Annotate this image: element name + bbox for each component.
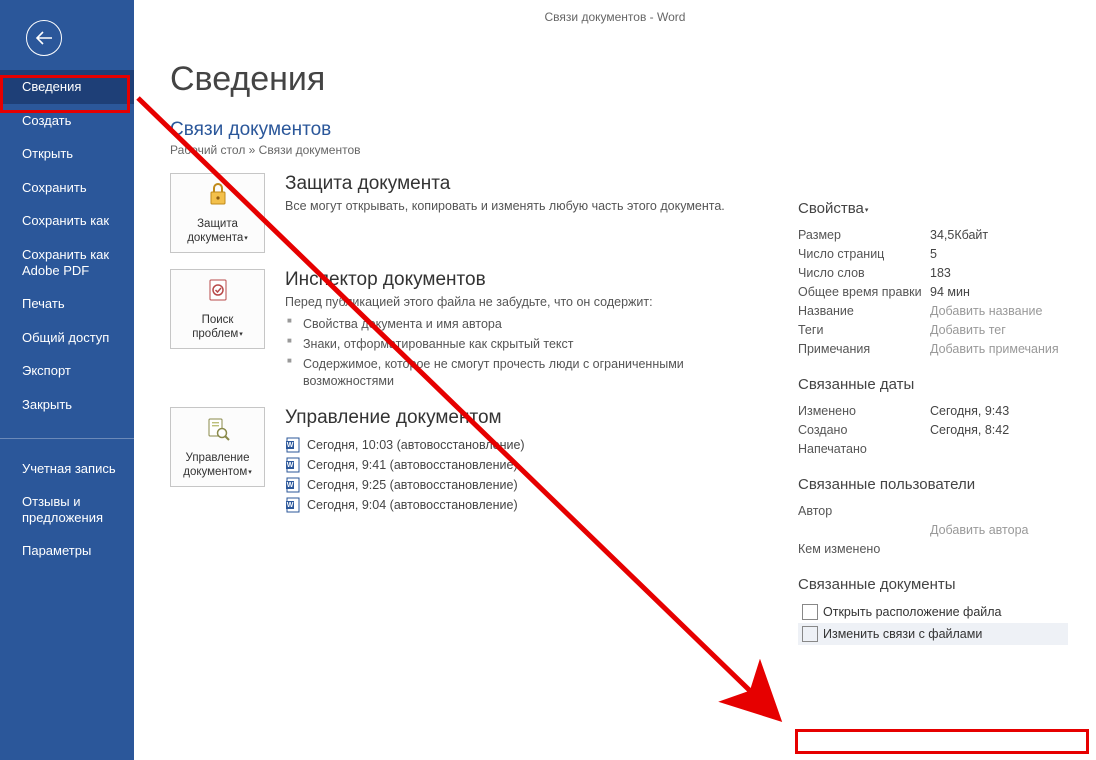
word-doc-icon: W: [285, 477, 301, 493]
property-key: Число слов: [798, 266, 930, 280]
nav-item-6[interactable]: Печать: [0, 287, 134, 321]
property-key: [798, 523, 930, 537]
property-row: Размер34,5Кбайт: [798, 225, 1068, 244]
manage-document-button[interactable]: Управление документом▾: [170, 407, 265, 487]
nav-item-10[interactable]: Учетная запись: [0, 438, 134, 486]
page-title: Сведения: [170, 60, 1086, 99]
version-item[interactable]: WСегодня, 10:03 (автовосстановление): [285, 435, 760, 455]
property-value[interactable]: Добавить название: [930, 304, 1042, 318]
version-item[interactable]: WСегодня, 9:41 (автовосстановление): [285, 455, 760, 475]
document-magnify-icon: [204, 415, 232, 448]
protect-document-button[interactable]: Защита документа▾: [170, 173, 265, 253]
inspect-item: Содержимое, которое не смогут прочесть л…: [285, 355, 760, 392]
property-key: Размер: [798, 228, 930, 242]
property-value: Сегодня, 9:43: [930, 404, 1009, 418]
protect-title: Защита документа: [285, 173, 760, 195]
word-doc-icon: W: [285, 497, 301, 513]
property-value[interactable]: Добавить автора: [930, 523, 1028, 537]
property-row: Общее время правки94 мин: [798, 282, 1068, 301]
arrow-left-icon: [35, 31, 53, 45]
nav-item-3[interactable]: Сохранить: [0, 171, 134, 205]
nav-item-12[interactable]: Параметры: [0, 534, 134, 568]
property-row: Автор: [798, 501, 1068, 520]
property-key: Теги: [798, 323, 930, 337]
inspect-button[interactable]: Поиск проблем▾: [170, 269, 265, 349]
version-item[interactable]: WСегодня, 9:04 (автовосстановление): [285, 495, 760, 515]
inspect-title: Инспектор документов: [285, 269, 760, 291]
property-key: Автор: [798, 504, 930, 518]
nav-item-0[interactable]: Сведения: [0, 70, 134, 104]
nav-item-2[interactable]: Открыть: [0, 137, 134, 171]
inspect-item: Свойства документа и имя автора: [285, 315, 760, 335]
related-doc-link[interactable]: Изменить связи с файлами: [798, 623, 1068, 645]
word-doc-icon: W: [285, 437, 301, 453]
related-dates-header: Связанные даты: [798, 376, 1068, 393]
version-item[interactable]: WСегодня, 9:25 (автовосстановление): [285, 475, 760, 495]
property-value: 34,5Кбайт: [930, 228, 988, 242]
property-row: Число страниц5: [798, 244, 1068, 263]
nav-item-8[interactable]: Экспорт: [0, 354, 134, 388]
property-row: НазваниеДобавить название: [798, 301, 1068, 320]
property-value: 183: [930, 266, 951, 280]
property-row: Число слов183: [798, 263, 1068, 282]
main-area: Сведения Связи документов Рабочий стол »…: [170, 60, 1086, 760]
folder-icon: [802, 604, 818, 620]
property-value[interactable]: Добавить примечания: [930, 342, 1059, 356]
property-row: ПримечанияДобавить примечания: [798, 339, 1068, 358]
nav-item-7[interactable]: Общий доступ: [0, 321, 134, 355]
window-title: Связи документов - Word: [134, 10, 1096, 24]
breadcrumb: Рабочий стол » Связи документов: [170, 143, 1086, 157]
property-key: Общее время правки: [798, 285, 930, 299]
property-key: Число страниц: [798, 247, 930, 261]
protect-section: Защита документа▾ Защита документа Все м…: [170, 173, 760, 253]
property-row: СозданоСегодня, 8:42: [798, 420, 1068, 439]
nav-item-5[interactable]: Сохранить как Adobe PDF: [0, 238, 134, 287]
property-value: Сегодня, 8:42: [930, 423, 1009, 437]
property-key: Создано: [798, 423, 930, 437]
properties-panel: Свойства▾ Размер34,5КбайтЧисло страниц5Ч…: [798, 200, 1068, 645]
related-people-header: Связанные пользователи: [798, 476, 1068, 493]
inspect-intro: Перед публикацией этого файла не забудьт…: [285, 294, 760, 391]
related-doc-link[interactable]: Открыть расположение файла: [798, 601, 1068, 623]
nav-item-11[interactable]: Отзывы и предложения: [0, 485, 134, 534]
inspect-item: Знаки, отформатированные как скрытый тек…: [285, 335, 760, 355]
property-row: Кем изменено: [798, 539, 1068, 558]
property-key: Изменено: [798, 404, 930, 418]
backstage-sidebar: СведенияСоздатьОткрытьСохранитьСохранить…: [0, 0, 134, 760]
property-value: 5: [930, 247, 937, 261]
nav-item-1[interactable]: Создать: [0, 104, 134, 138]
properties-header[interactable]: Свойства▾: [798, 200, 1068, 217]
protect-text: Все могут открывать, копировать и изменя…: [285, 198, 760, 215]
manage-title: Управление документом: [285, 407, 760, 429]
manage-button-label: Управление документом▾: [175, 452, 260, 480]
svg-text:W: W: [287, 442, 294, 449]
document-check-icon: [204, 276, 232, 309]
property-key: Напечатано: [798, 442, 930, 456]
manage-section: Управление документом▾ Управление докуме…: [170, 407, 760, 515]
property-value[interactable]: Добавить тег: [930, 323, 1006, 337]
property-row: Добавить автора: [798, 520, 1068, 539]
inspect-button-label: Поиск проблем▾: [175, 314, 260, 342]
svg-text:W: W: [287, 462, 294, 469]
word-doc-icon: W: [285, 457, 301, 473]
property-key: Примечания: [798, 342, 930, 356]
property-row: ТегиДобавить тег: [798, 320, 1068, 339]
document-name[interactable]: Связи документов: [170, 119, 1086, 141]
related-documents-header: Связанные документы: [798, 576, 1068, 593]
nav-item-4[interactable]: Сохранить как: [0, 204, 134, 238]
nav-item-9[interactable]: Закрыть: [0, 388, 134, 422]
svg-text:W: W: [287, 482, 294, 489]
folder-icon: [802, 626, 818, 642]
property-row: ИзмененоСегодня, 9:43: [798, 401, 1068, 420]
property-key: Кем изменено: [798, 542, 930, 556]
lock-icon: [204, 180, 232, 213]
property-row: Напечатано: [798, 439, 1068, 458]
protect-button-label: Защита документа▾: [175, 218, 260, 246]
back-button[interactable]: [26, 20, 62, 56]
svg-text:W: W: [287, 502, 294, 509]
inspect-section: Поиск проблем▾ Инспектор документов Пере…: [170, 269, 760, 391]
property-key: Название: [798, 304, 930, 318]
property-value: 94 мин: [930, 285, 970, 299]
